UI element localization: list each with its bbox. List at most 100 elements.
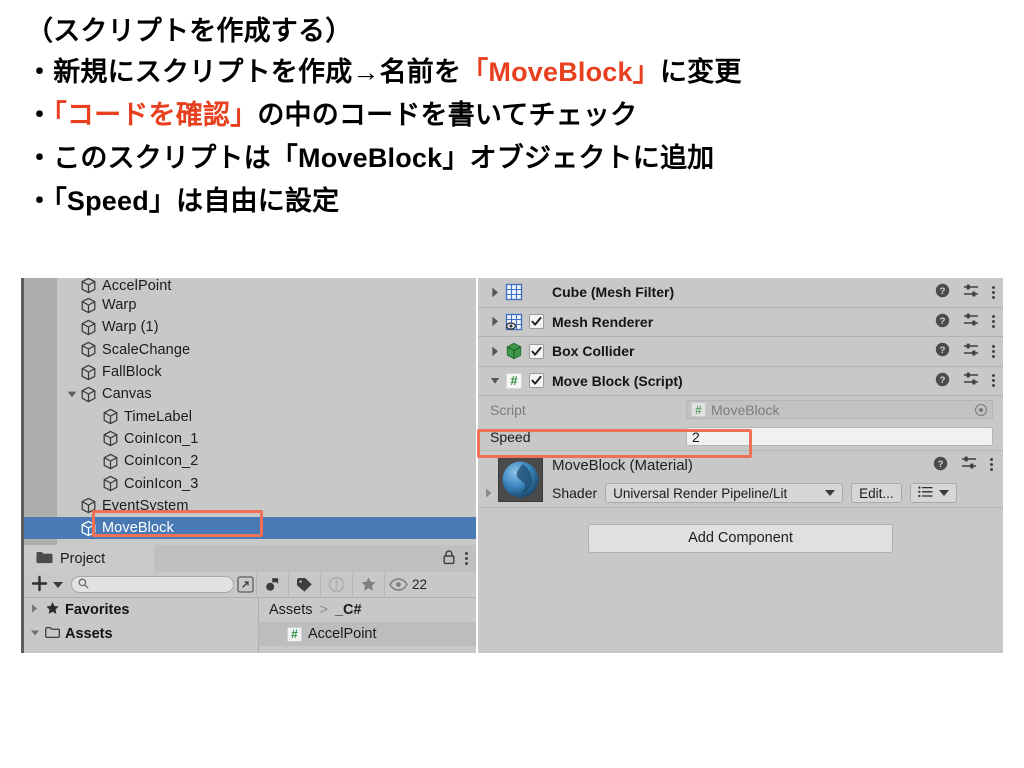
visible-asset-count: 22 bbox=[412, 577, 428, 592]
component-row-actions: ? bbox=[935, 367, 995, 396]
search-by-label-icon[interactable] bbox=[289, 573, 320, 597]
preset-icon[interactable] bbox=[963, 342, 979, 361]
shader-row[interactable]: Shader Universal Render Pipeline/Lit Edi… bbox=[552, 483, 995, 503]
slide-line-1-seg-1: 「MoveBlock」 bbox=[461, 57, 660, 87]
shader-menu-button[interactable] bbox=[909, 483, 957, 503]
chevron-down-icon[interactable] bbox=[30, 626, 40, 642]
visibility-eye-icon[interactable] bbox=[385, 573, 411, 597]
hierarchy-row-coinicon-2[interactable]: CoinIcon_2 bbox=[24, 450, 476, 472]
chevron-right-icon[interactable] bbox=[486, 315, 504, 328]
chevron-right-icon[interactable] bbox=[30, 602, 40, 618]
hierarchy-row-fallblock[interactable]: FallBlock bbox=[24, 361, 476, 383]
project-toolbar[interactable]: 22 bbox=[24, 572, 476, 598]
breadcrumb[interactable]: Assets > _C# bbox=[259, 598, 476, 622]
chevron-down-icon[interactable] bbox=[486, 374, 504, 387]
tree-item-favorites[interactable]: Favorites bbox=[24, 598, 258, 622]
search-by-type-icon[interactable] bbox=[257, 573, 288, 597]
preset-icon[interactable] bbox=[963, 283, 979, 302]
hierarchy-panel[interactable]: AccelPoint Warp Warp (1) ScaleChange FallBlo… bbox=[24, 278, 476, 545]
hierarchy-row-warp-1-[interactable]: Warp (1) bbox=[24, 316, 476, 338]
add-component-button[interactable]: Add Component bbox=[588, 523, 893, 553]
box-collider-icon bbox=[504, 342, 523, 361]
add-asset-icon[interactable] bbox=[30, 574, 49, 596]
chevron-down-icon[interactable] bbox=[66, 388, 79, 401]
script-property-row[interactable]: Script # MoveBlock bbox=[478, 396, 1003, 423]
star-icon bbox=[45, 601, 60, 620]
csharp-script-icon: # bbox=[287, 626, 302, 642]
speed-property-row[interactable]: Speed 2 bbox=[478, 423, 1003, 450]
slide-line-1-seg-0: ・新規にスクリプトを作成→名前を bbox=[26, 57, 462, 87]
hierarchy-row-eventsystem[interactable]: EventSystem bbox=[24, 495, 476, 517]
help-icon[interactable]: ? bbox=[935, 372, 950, 390]
hierarchy-row-warp[interactable]: Warp bbox=[24, 294, 476, 316]
chevron-right-icon[interactable] bbox=[486, 286, 504, 299]
inspector-component-list[interactable]: Cube (Mesh Filter)? Mesh Renderer? Box Col… bbox=[478, 278, 1003, 396]
component-enabled-checkbox[interactable] bbox=[529, 373, 544, 389]
kebab-icon[interactable] bbox=[992, 344, 995, 358]
tab-project[interactable]: Project bbox=[24, 545, 154, 572]
search-expand-icon[interactable] bbox=[234, 573, 256, 597]
material-preview-block[interactable]: MoveBlock (Material) ? Shader Universal … bbox=[478, 450, 1003, 508]
shader-edit-button[interactable]: Edit... bbox=[851, 483, 902, 503]
inspector-panel[interactable]: Cube (Mesh Filter)? Mesh Renderer? Box Col… bbox=[476, 278, 1003, 653]
hierarchy-row-accelpoint[interactable]: AccelPoint bbox=[24, 278, 476, 294]
component-enabled-checkbox[interactable] bbox=[529, 314, 544, 330]
script-object-field[interactable]: # MoveBlock bbox=[686, 400, 993, 419]
breadcrumb-current[interactable]: _C# bbox=[335, 602, 362, 618]
kebab-icon[interactable] bbox=[990, 458, 993, 471]
search-input[interactable] bbox=[71, 576, 234, 593]
asset-item-accelpoint[interactable]: # AccelPoint bbox=[259, 622, 476, 646]
project-content[interactable]: Assets > _C# # AccelPoint bbox=[259, 598, 476, 653]
component-header-move-block-script[interactable]: # Move Block (Script)? bbox=[478, 366, 1003, 396]
material-foldout-icon[interactable] bbox=[484, 487, 495, 502]
component-header-cube-mesh-filter[interactable]: Cube (Mesh Filter)? bbox=[478, 278, 1003, 308]
chevron-down-icon bbox=[938, 490, 949, 496]
kebab-icon[interactable] bbox=[992, 374, 995, 388]
preset-icon[interactable] bbox=[963, 371, 979, 390]
gameobject-cube-icon bbox=[102, 475, 119, 492]
shader-dropdown[interactable]: Universal Render Pipeline/Lit bbox=[605, 483, 844, 503]
speed-input[interactable]: 2 bbox=[686, 427, 993, 446]
component-enabled-checkbox[interactable] bbox=[529, 343, 544, 359]
chevron-right-icon[interactable] bbox=[486, 345, 504, 358]
tree-item-assets[interactable]: Assets bbox=[24, 622, 258, 646]
unity-editor-screenshot: AccelPoint Warp Warp (1) ScaleChange FallBlo… bbox=[21, 278, 1003, 653]
svg-text:?: ? bbox=[940, 375, 946, 386]
help-icon[interactable]: ? bbox=[935, 283, 950, 301]
mesh-renderer-icon bbox=[504, 312, 523, 331]
hierarchy-row-coinicon-1[interactable]: CoinIcon_1 bbox=[24, 428, 476, 450]
hierarchy-row-label: CoinIcon_3 bbox=[124, 475, 199, 492]
project-panel[interactable]: Project 22 Favorites Assets Assets > _C#… bbox=[24, 545, 476, 653]
component-header-mesh-renderer[interactable]: Mesh Renderer? bbox=[478, 307, 1003, 337]
hierarchy-row-list[interactable]: AccelPoint Warp Warp (1) ScaleChange FallBlo… bbox=[24, 278, 476, 540]
component-header-box-collider[interactable]: Box Collider? bbox=[478, 337, 1003, 367]
favorites-star-icon[interactable] bbox=[353, 573, 384, 597]
panel-menu-icon[interactable] bbox=[465, 552, 468, 565]
project-tree[interactable]: Favorites Assets bbox=[24, 598, 259, 653]
hierarchy-row-timelabel[interactable]: TimeLabel bbox=[24, 405, 476, 427]
shader-dropdown-value: Universal Render Pipeline/Lit bbox=[613, 485, 788, 501]
breadcrumb-assets[interactable]: Assets bbox=[269, 602, 313, 618]
kebab-icon[interactable] bbox=[992, 285, 995, 299]
hierarchy-row-label: CoinIcon_1 bbox=[124, 430, 199, 447]
kebab-icon[interactable] bbox=[992, 315, 995, 329]
lock-icon[interactable] bbox=[443, 549, 455, 568]
object-picker-icon[interactable] bbox=[975, 403, 987, 416]
help-icon[interactable]: ? bbox=[935, 313, 950, 331]
slide-line-4: ・「Speed」は自由に設定 bbox=[26, 188, 1006, 215]
preset-icon[interactable] bbox=[961, 455, 977, 474]
chevron-down-icon bbox=[825, 490, 836, 496]
help-icon[interactable]: ? bbox=[935, 342, 950, 360]
hierarchy-row-scalechange[interactable]: ScaleChange bbox=[24, 339, 476, 361]
hierarchy-row-coinicon-3[interactable]: CoinIcon_3 bbox=[24, 472, 476, 494]
preset-icon[interactable] bbox=[963, 312, 979, 331]
hierarchy-row-label: TimeLabel bbox=[124, 408, 193, 425]
search-by-importlog-icon[interactable] bbox=[321, 573, 352, 597]
gameobject-cube-icon bbox=[80, 386, 97, 403]
slide-line-2-seg-2: の中のコードを書いてチェック bbox=[257, 100, 638, 130]
slide-line-1-seg-2: に変更 bbox=[659, 57, 742, 87]
help-icon[interactable]: ? bbox=[933, 456, 948, 474]
add-asset-caret-icon[interactable] bbox=[53, 581, 63, 588]
hierarchy-row-canvas[interactable]: Canvas bbox=[24, 383, 476, 405]
hierarchy-row-moveblock[interactable]: MoveBlock bbox=[24, 516, 476, 540]
